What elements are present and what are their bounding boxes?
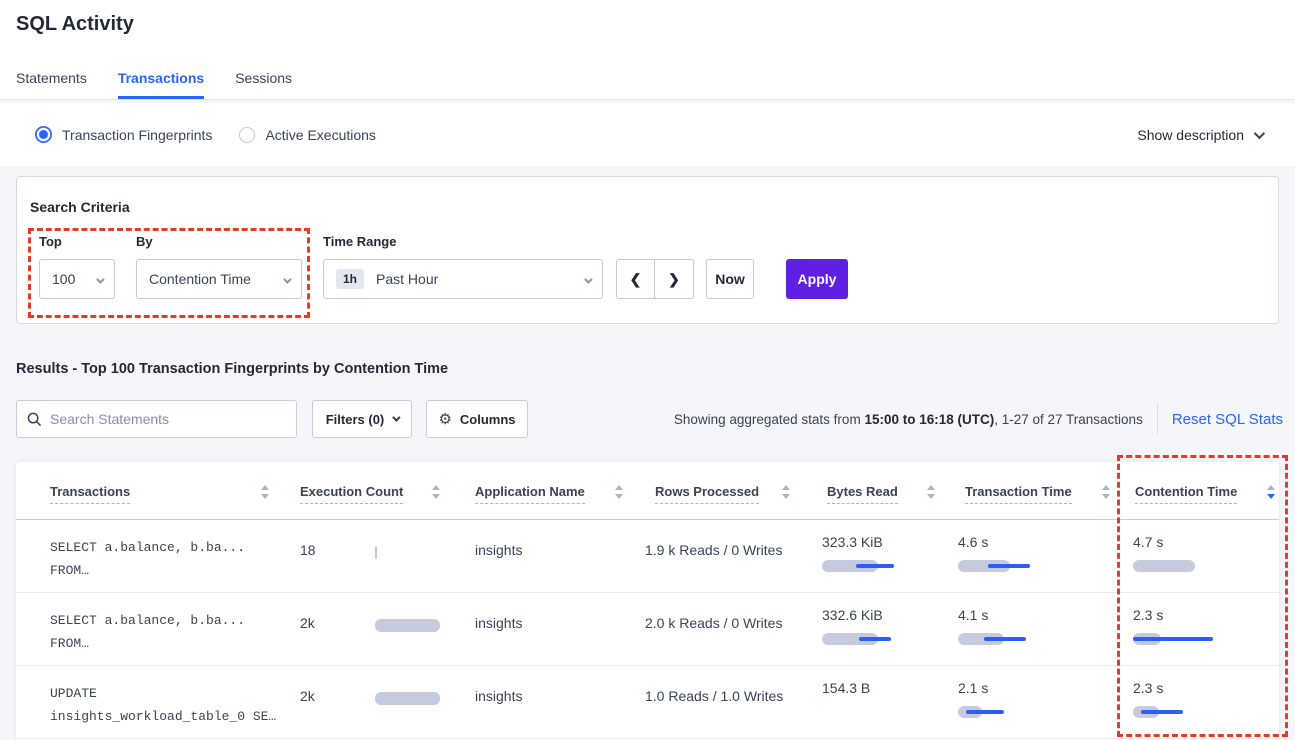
transaction-fingerprint-link[interactable]: SELECT a.balance, b.ba...FROM…	[50, 536, 245, 582]
prev-time-button[interactable]: ❮	[617, 260, 655, 298]
gear-icon: ⚙	[438, 410, 451, 428]
table-header-row: Transactions Execution Count Application…	[16, 462, 1279, 520]
tab-bar: Statements Transactions Sessions	[16, 70, 292, 99]
columns-button[interactable]: ⚙ Columns	[426, 400, 528, 438]
next-time-button[interactable]: ❯	[655, 260, 693, 298]
reset-sql-stats-link[interactable]: Reset SQL Stats	[1172, 411, 1283, 428]
table-row: SELECT a.balance, b.ba...FROM… 2k insigh…	[16, 593, 1279, 666]
app-header: SQL Activity Statements Transactions Ses…	[0, 0, 1295, 100]
application-name-value: insights	[475, 542, 522, 558]
transaction-fingerprint-link[interactable]: UPDATEinsights_workload_table_0 SE…	[50, 682, 276, 728]
sort-icon[interactable]	[1266, 485, 1276, 499]
bytes-read-value: 154.3 B	[822, 680, 870, 696]
sort-icon[interactable]	[431, 485, 441, 499]
columns-label: Columns	[460, 412, 516, 427]
rows-processed-value: 2.0 k Reads / 0 Writes	[645, 615, 782, 631]
contention-time-value: 4.7 s	[1133, 534, 1163, 550]
sort-icon[interactable]	[260, 485, 270, 499]
bytes-read-value: 332.6 KiB	[822, 607, 883, 623]
top-select[interactable]: 100	[39, 259, 115, 299]
search-criteria-heading: Search Criteria	[30, 199, 130, 215]
divider	[1157, 404, 1158, 434]
by-select[interactable]: Contention Time	[136, 259, 302, 299]
col-header-transaction-time[interactable]: Transaction Time	[965, 484, 1072, 499]
search-icon	[27, 412, 42, 427]
contention-time-value: 2.3 s	[1133, 607, 1163, 623]
filters-label: Filters (0)	[326, 412, 385, 427]
top-select-value: 100	[52, 271, 75, 287]
chevron-down-icon	[96, 275, 104, 283]
time-range-badge: 1h	[336, 269, 364, 289]
time-nav-group: ❮ ❯	[616, 259, 694, 299]
chevron-down-icon	[1254, 127, 1265, 138]
tab-statements[interactable]: Statements	[16, 70, 87, 99]
chevron-down-icon	[283, 275, 291, 283]
chevron-down-icon	[584, 275, 592, 283]
view-radio-group: Transaction Fingerprints Active Executio…	[35, 103, 376, 166]
transaction-fingerprint-link[interactable]: SELECT a.balance, b.ba...FROM…	[50, 609, 245, 655]
sql-activity-page: SQL Activity Statements Transactions Ses…	[0, 0, 1295, 740]
col-header-contention-time[interactable]: Contention Time	[1135, 484, 1237, 499]
search-statements-box[interactable]	[16, 400, 297, 438]
sort-icon[interactable]	[926, 485, 936, 499]
rows-processed-value: 1.9 k Reads / 0 Writes	[645, 542, 782, 558]
contention-time-value: 2.3 s	[1133, 680, 1163, 696]
radio-label: Transaction Fingerprints	[62, 127, 212, 143]
top-field-label: Top	[39, 234, 62, 249]
radio-unselected-icon[interactable]	[239, 127, 255, 143]
transaction-time-value: 4.6 s	[958, 534, 988, 550]
rows-processed-value: 1.0 Reads / 1.0 Writes	[645, 688, 783, 704]
radio-active-executions[interactable]: Active Executions	[239, 127, 376, 143]
transaction-time-value: 4.1 s	[958, 607, 988, 623]
view-toggle-bar: Transaction Fingerprints Active Executio…	[0, 103, 1295, 166]
by-field-label: By	[136, 234, 153, 249]
bytes-read-value: 323.3 KiB	[822, 534, 883, 550]
col-header-transactions[interactable]: Transactions	[50, 484, 130, 499]
page-title: SQL Activity	[16, 13, 134, 36]
stats-text: Showing aggregated stats from 15:00 to 1…	[674, 412, 1143, 427]
sort-icon[interactable]	[1101, 485, 1111, 499]
tab-sessions[interactable]: Sessions	[235, 70, 292, 99]
by-select-value: Contention Time	[149, 271, 251, 287]
time-range-label: Time Range	[323, 234, 396, 249]
search-statements-input[interactable]	[50, 411, 286, 427]
execution-count-value: 2k	[300, 688, 315, 704]
sort-icon[interactable]	[781, 485, 791, 499]
radio-label: Active Executions	[265, 127, 376, 143]
time-range-select[interactable]: 1h Past Hour	[323, 259, 603, 299]
execution-count-value: 18	[300, 542, 316, 558]
transactions-table: Transactions Execution Count Application…	[16, 462, 1279, 740]
col-header-application-name[interactable]: Application Name	[475, 484, 585, 499]
execution-count-value: 2k	[300, 615, 315, 631]
radio-transaction-fingerprints[interactable]: Transaction Fingerprints	[35, 126, 212, 143]
now-button[interactable]: Now	[706, 259, 754, 299]
col-header-execution-count[interactable]: Execution Count	[300, 484, 403, 499]
show-description-label: Show description	[1137, 127, 1244, 143]
col-header-rows-processed[interactable]: Rows Processed	[655, 484, 759, 499]
chevron-down-icon	[392, 413, 400, 421]
tab-transactions[interactable]: Transactions	[118, 70, 204, 99]
table-row: SELECT a.balance, b.ba...FROM… 18 insigh…	[16, 520, 1279, 593]
sort-icon[interactable]	[614, 485, 624, 499]
filters-button[interactable]: Filters (0)	[312, 400, 412, 438]
table-row: UPDATEinsights_workload_table_0 SE… 2k i…	[16, 666, 1279, 739]
results-heading: Results - Top 100 Transaction Fingerprin…	[16, 361, 448, 377]
show-description-toggle[interactable]: Show description	[1137, 103, 1262, 166]
transaction-time-value: 2.1 s	[958, 680, 988, 696]
radio-selected-icon[interactable]	[35, 126, 52, 143]
stats-line: Showing aggregated stats from 15:00 to 1…	[674, 400, 1283, 438]
time-range-value: Past Hour	[376, 271, 438, 287]
apply-button[interactable]: Apply	[786, 259, 848, 299]
application-name-value: insights	[475, 615, 522, 631]
search-criteria-card: Search Criteria Top 100 By Contention Ti…	[16, 176, 1279, 324]
col-header-bytes-read[interactable]: Bytes Read	[827, 484, 898, 499]
application-name-value: insights	[475, 688, 522, 704]
